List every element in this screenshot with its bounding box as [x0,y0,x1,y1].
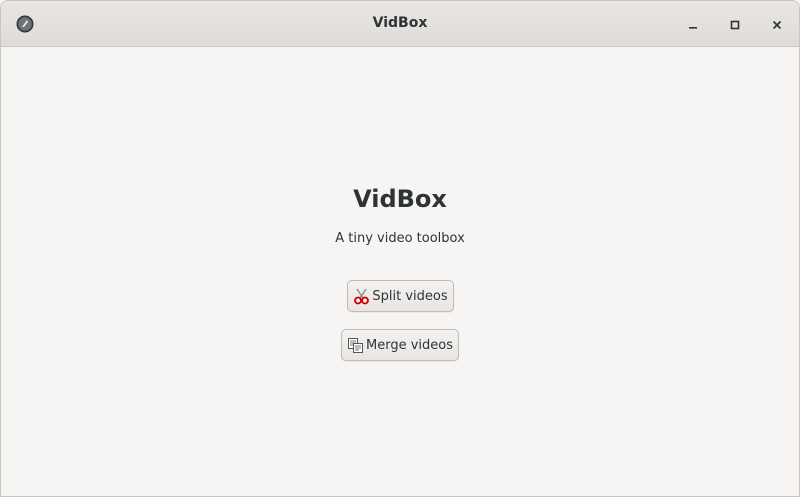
split-videos-button[interactable]: Split videos [347,280,454,312]
merge-videos-button[interactable]: Merge videos [341,329,459,361]
minimize-icon [688,15,698,34]
maximize-button[interactable] [724,13,746,35]
split-videos-label: Split videos [372,288,448,304]
merge-videos-label: Merge videos [366,337,453,353]
minimize-button[interactable] [682,13,704,35]
merge-documents-icon [347,337,364,354]
page-title: VidBox [353,185,447,213]
close-icon [772,15,782,34]
scissors-icon [353,288,370,305]
close-button[interactable] [766,13,788,35]
window-title: VidBox [372,15,428,31]
titlebar[interactable]: VidBox [1,1,799,47]
main-content: VidBox A tiny video toolbox Split videos [1,47,799,496]
maximize-icon [730,15,740,34]
page-subtitle: A tiny video toolbox [335,231,465,246]
app-window: VidBox VidBox A tiny video toolbox Split… [0,0,800,497]
